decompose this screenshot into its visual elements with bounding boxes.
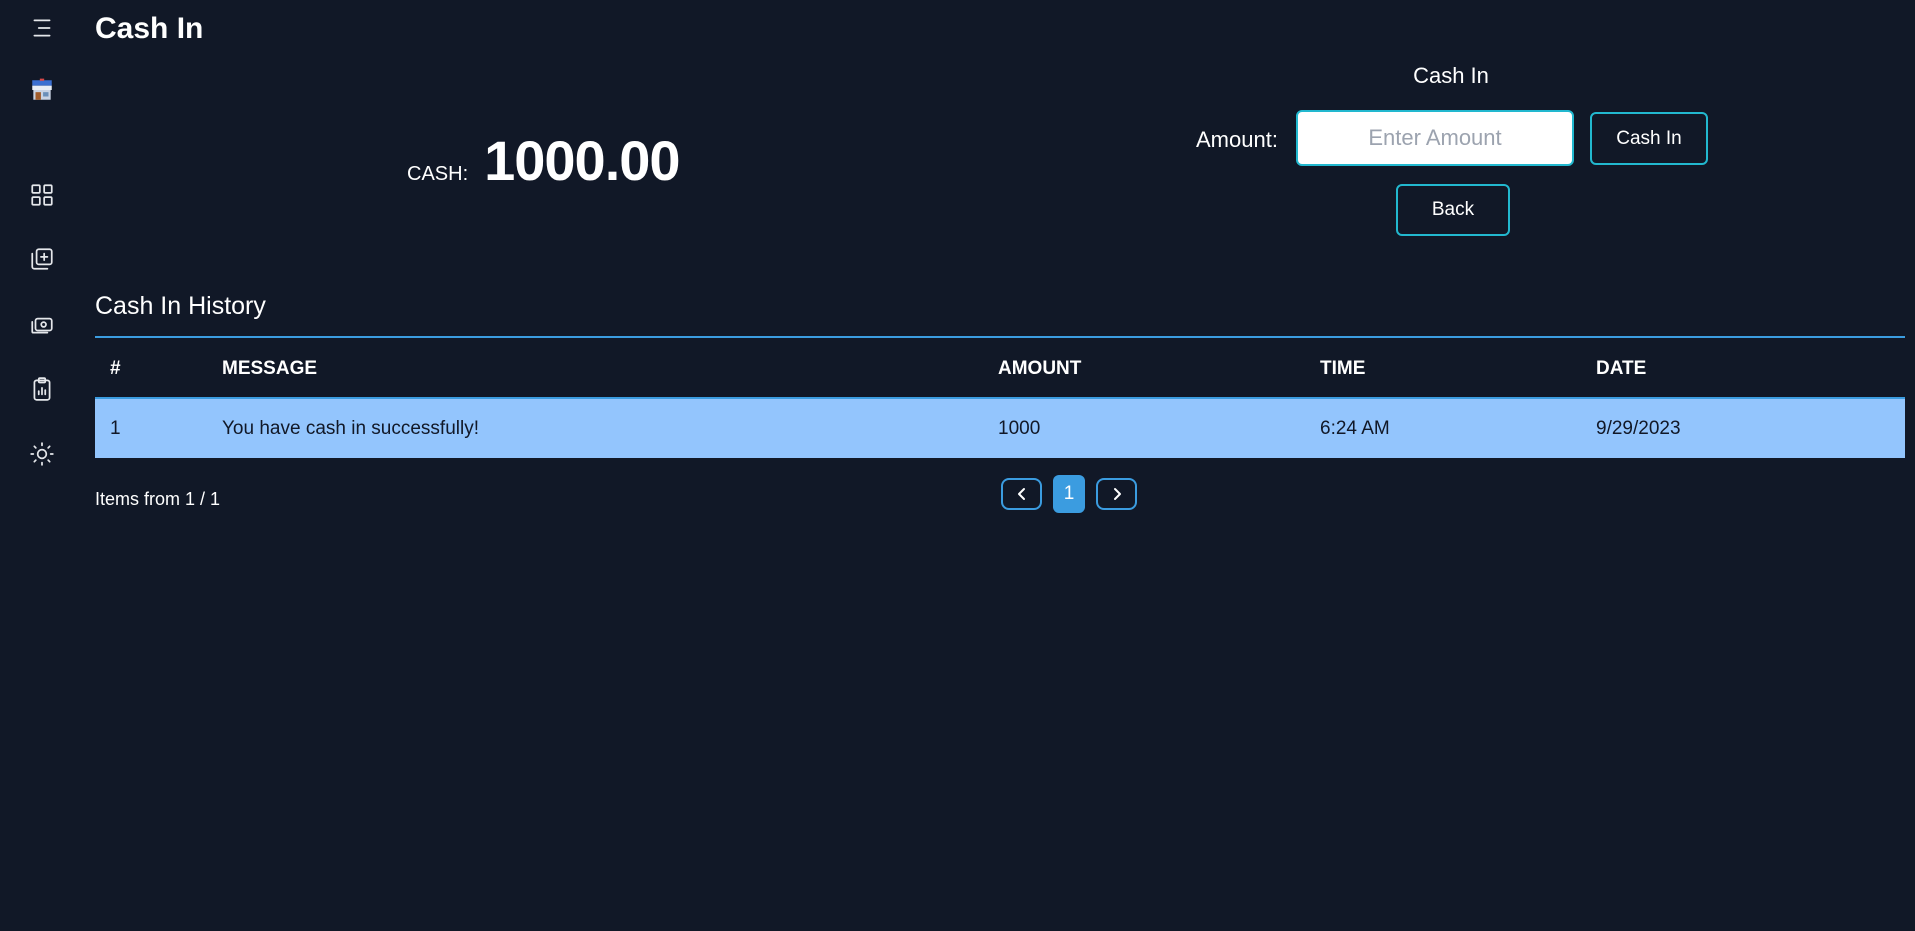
cash-in-button[interactable]: Cash In: [1590, 112, 1708, 165]
theme-sun-icon[interactable]: [26, 438, 58, 470]
column-header-message[interactable]: MESSAGE: [207, 340, 983, 399]
items-count-info: Items from 1 / 1: [95, 489, 221, 509]
previous-page-button[interactable]: [1001, 478, 1042, 510]
cell-time: 6:24 AM: [1305, 398, 1581, 458]
back-button[interactable]: Back: [1396, 184, 1510, 236]
cash-label: CASH:: [407, 163, 469, 185]
amount-label: Amount:: [1196, 127, 1278, 152]
history-divider: [95, 336, 1905, 338]
history-table: # MESSAGE AMOUNT TIME DATE 1 You have ca…: [95, 340, 1905, 458]
cash-in-form-title: Cash In: [1413, 63, 1489, 88]
column-header-date[interactable]: DATE: [1581, 340, 1905, 399]
sidebar: [0, 0, 84, 931]
column-header-amount[interactable]: AMOUNT: [983, 340, 1305, 399]
store-icon[interactable]: [26, 74, 58, 106]
column-header-time[interactable]: TIME: [1305, 340, 1581, 399]
cash-balance: CASH: 1000.00: [407, 128, 681, 193]
column-header-number[interactable]: #: [95, 340, 207, 399]
table-header-row: # MESSAGE AMOUNT TIME DATE: [95, 340, 1905, 399]
next-page-button[interactable]: [1096, 478, 1137, 510]
cell-amount: 1000: [983, 398, 1305, 458]
page-title: Cash In: [95, 12, 204, 45]
report-clipboard-icon[interactable]: [26, 373, 58, 405]
amount-input[interactable]: [1296, 110, 1574, 166]
dashboard-icon[interactable]: [26, 179, 58, 211]
cell-date: 9/29/2023: [1581, 398, 1905, 458]
cash-icon[interactable]: [26, 308, 58, 340]
menu-icon[interactable]: [26, 12, 58, 44]
chevron-right-icon: [1113, 488, 1121, 500]
history-title: Cash In History: [95, 292, 266, 320]
cash-value: 1000.00: [484, 129, 680, 192]
add-product-icon[interactable]: [26, 243, 58, 275]
chevron-left-icon: [1017, 488, 1025, 500]
pagination: 1: [1001, 475, 1137, 513]
table-row[interactable]: 1 You have cash in successfully! 1000 6:…: [95, 398, 1905, 458]
cell-number: 1: [95, 398, 207, 458]
page-number-current[interactable]: 1: [1053, 475, 1085, 513]
cell-message: You have cash in successfully!: [207, 398, 983, 458]
